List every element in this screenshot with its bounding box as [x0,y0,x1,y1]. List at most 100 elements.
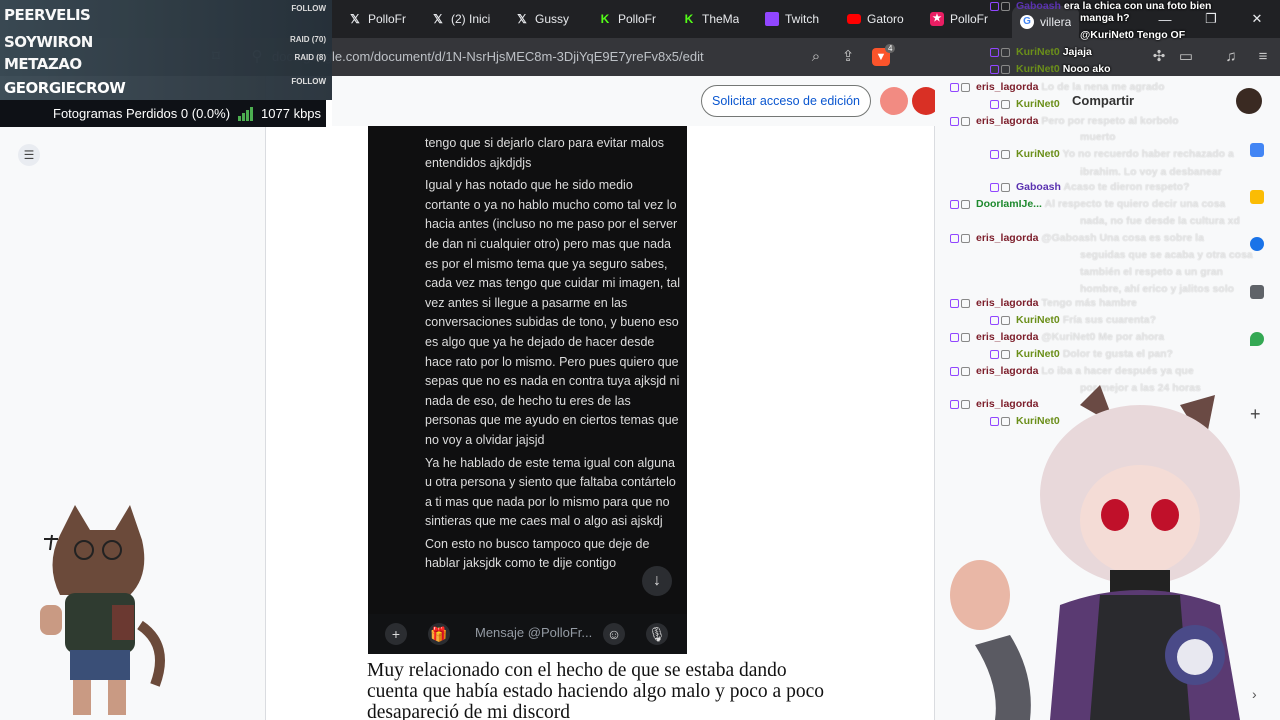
browser-tab[interactable]: 𝕏 PolloFr [348,6,406,32]
close-icon[interactable]: ✕ [1234,0,1280,38]
chat-message: KuriNet0 Fría sus cuarenta? [990,314,1156,326]
add-addon-icon[interactable]: + [1250,404,1261,425]
chat-badge-icon [990,98,1012,110]
chat-username: eris_lagorda [976,331,1039,343]
chat-text: Al respecto te quiero decir una cosa [1044,198,1226,210]
raider-tag: FOLLOW [291,77,326,86]
browser-tab[interactable]: K PolloFr [598,6,656,32]
tab-label: TheMa [702,12,740,26]
chat-badge-icon [950,331,972,343]
browser-tab[interactable]: Twitch [765,6,819,32]
raid-row: PEERVELIS FOLLOW [4,4,330,26]
chat-text: @Gaboash Una cosa es sobre la [1041,232,1204,244]
chat-badge-icon [950,365,972,377]
chat-message: DoorIamIJe... Al respecto te quiero deci… [950,198,1225,210]
chat-text: @KuriNet0 Me por ahora [1041,331,1165,343]
collapse-rail-icon[interactable]: › [1252,686,1257,702]
chat-username: KuriNet0 [1016,348,1060,360]
browser-tab[interactable]: Gatoro [847,6,904,32]
chat-badge-icon [990,148,1012,160]
chat-message: Gaboash era la chica con una foto bien [990,0,1211,12]
chat-text: Acaso te dieron respeto? [1063,181,1190,193]
youtube-icon [847,14,861,24]
chat-message: KuriNet0 Jajaja [990,46,1092,58]
calendar-icon[interactable] [1250,143,1264,157]
message-paragraph: Ya he hablado de este tema igual con alg… [425,455,676,529]
chat-text: también el respeto a un gran [1080,266,1223,278]
raid-row: SOYWIRON RAID (70) [4,31,330,53]
chat-text: Tengo más hambre [1041,297,1137,309]
chat-message: eris_lagorda @Gaboash Una cosa es sobre … [950,232,1204,244]
document-paragraph: Muy relacionado con el hecho de que se e… [367,660,824,720]
vtuber-avatar [950,385,1240,720]
chat-text: ibrahim. Lo voy a desbanear [1080,166,1222,178]
browser-tab[interactable]: 𝕏 (2) Inici [431,6,490,32]
chat-message: @KuriNet0 Tengo OF [1080,29,1185,41]
chat-message: KuriNet0 Nooo ako [990,63,1111,75]
chat-username: eris_lagorda [976,365,1039,377]
stream-raid-overlay: PEERVELIS FOLLOW SOYWIRON RAID (70) METAZA… [0,0,332,100]
chat-username: Gaboash [1016,181,1061,193]
request-edit-button[interactable]: Solicitar acceso de edición [701,85,871,117]
raider-name: METAZAO [4,55,82,73]
raid-row: GEORGIECROW FOLLOW [4,77,330,99]
url-text[interactable]: docs.google.com/document/d/1N-NsrHjsMEC8… [272,49,704,64]
chat-badge-icon [950,297,972,309]
tab-label: (2) Inici [451,12,491,26]
maps-icon[interactable] [1250,332,1264,346]
embedded-chat-screenshot: tengo que si dejarlo claro para evitar m… [368,126,687,654]
stream-stats-bar: Fotogramas Perdidos 0 (0.0%) 1077 kbps [0,100,326,127]
twitch-icon [765,12,779,26]
raider-tag: FOLLOW [291,4,326,13]
raider-name: SOYWIRON [4,33,93,51]
chat-message: Gaboash Acaso te dieron respeto? [990,181,1190,193]
chat-message: muerto [1080,131,1116,143]
chat-username: KuriNet0 [1016,314,1060,326]
outline-icon[interactable]: ☰ [18,144,40,166]
plus-icon: + [385,623,407,645]
dropped-frames: Fotogramas Perdidos 0 (0.0%) [53,106,231,121]
chat-text: Jajaja [1062,46,1092,58]
chat-username: Gaboash [1016,0,1061,12]
chat-text: Pero por respeto al korbolo [1041,115,1179,127]
raid-row: METAZAO RAID (8) [4,53,330,75]
bitrate: 1077 kbps [261,106,322,121]
chat-badge-icon [950,81,972,93]
chat-badge-icon [990,348,1012,360]
tab-label: PolloFr [618,12,657,26]
tab-label: Twitch [785,12,820,26]
kick-icon: K [684,12,694,26]
chat-message: eris_lagorda Lo de la nena me agrado [950,81,1165,93]
chat-text: Yo no recuerdo haber rechazado a [1062,148,1234,160]
message-paragraph: tengo que si dejarlo claro para evitar m… [425,136,665,170]
chat-text: @KuriNet0 Tengo OF [1080,29,1186,41]
chat-badge-icon [950,232,972,244]
contacts-icon[interactable] [1250,285,1264,299]
chat-text: Fría sus cuarenta? [1062,314,1157,326]
share-icon[interactable]: ⇪ [839,48,857,66]
chat-message: hombre, ahí erico y jalitos solo [1080,283,1234,295]
chat-badge-icon [950,115,972,127]
browser-tab[interactable]: K TheMa [682,6,740,32]
chat-message: eris_lagorda @KuriNet0 Me por ahora [950,331,1164,343]
chat-text: nada, no fue desde la cultura xd [1080,215,1240,227]
screenshot-message-text: tengo que si dejarlo claro para evitar m… [425,134,680,574]
raider-name: PEERVELIS [4,6,91,24]
chat-text: era la chica con una foto bien [1063,0,1212,12]
chat-message: manga h? [1080,12,1130,24]
chat-text: muerto [1080,131,1116,143]
menu-icon[interactable]: ≡ [1254,48,1272,66]
microphone-icon: 🎙 [646,623,668,645]
browser-tab[interactable]: 𝕏 Gussy [515,6,569,32]
keep-icon[interactable] [1250,190,1264,204]
chat-badge-icon [990,63,1012,75]
chat-message: KuriNet0 Dolor te gusta el pan? [990,348,1173,360]
meet-icon[interactable] [880,87,908,115]
chat-username: KuriNet0 [1016,63,1060,75]
scroll-down-icon: ↓ [642,566,672,596]
chat-text: manga h? [1080,12,1130,24]
shield-badge: 4 [885,44,896,53]
message-composer: + 🎁 Mensaje @PolloFr... ☺ 🎙 [368,614,687,654]
zoom-icon[interactable]: ⌕ [807,48,825,66]
x-icon: 𝕏 [433,12,443,26]
